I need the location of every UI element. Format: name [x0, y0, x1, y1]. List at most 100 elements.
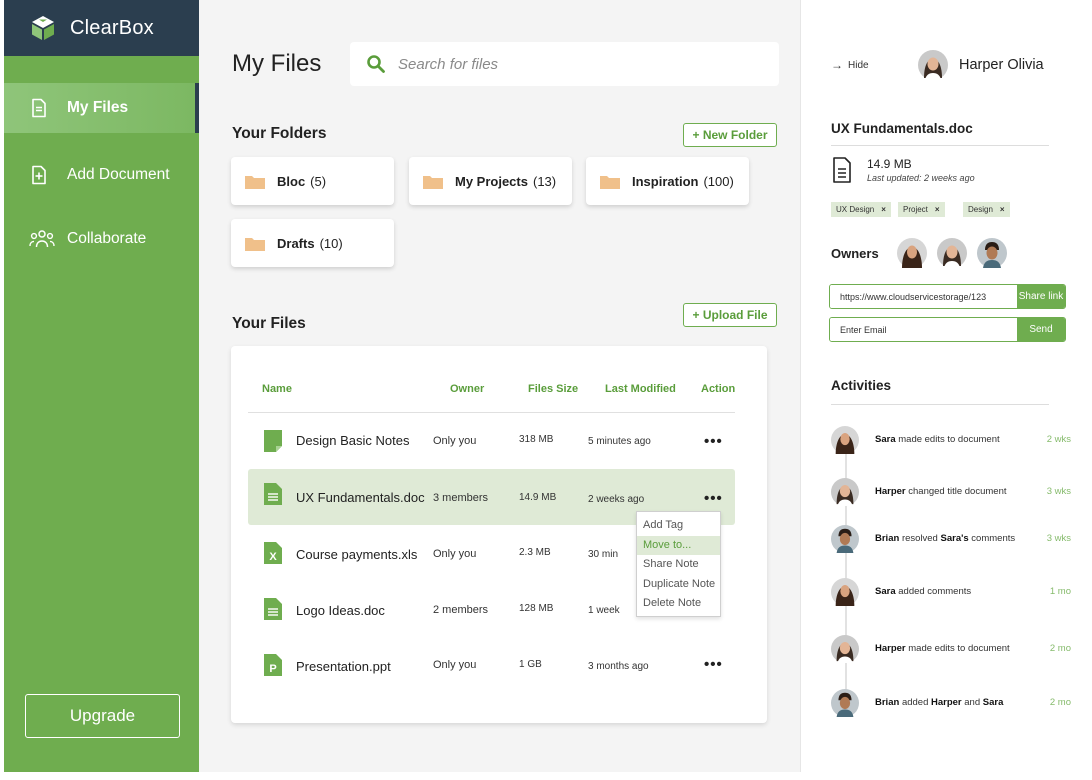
folder-count: (13) — [532, 173, 557, 189]
email-input[interactable] — [830, 318, 1017, 341]
folder-count: (100) — [703, 173, 734, 189]
folder-name: Inspiration — [632, 173, 699, 189]
menu-item-move-to[interactable]: Move to... — [637, 535, 720, 555]
search-bar[interactable] — [350, 42, 779, 86]
activity-text: Sara made edits to document — [875, 434, 1000, 445]
more-actions-button[interactable]: ••• — [704, 433, 723, 450]
sidebar-item-label: Add Document — [67, 166, 170, 183]
table-row[interactable]: P Presentation.ppt Only you 1 GB 3 month… — [248, 637, 735, 693]
search-icon — [367, 55, 385, 73]
context-menu: Add Tag Move to... Share Note Duplicate … — [636, 511, 721, 617]
table-row[interactable]: Design Basic Notes Only you 318 MB 5 min… — [248, 413, 735, 469]
column-header-modified[interactable]: Last Modified — [605, 383, 676, 395]
files-title: Your Files — [232, 315, 306, 332]
activity-item: Sara made edits to document 2 wks — [831, 426, 1071, 456]
more-actions-button[interactable]: ••• — [704, 656, 723, 673]
sidebar-item-label: Collaborate — [67, 230, 147, 247]
file-modified: 1 week — [588, 605, 620, 616]
note-icon — [264, 430, 282, 452]
share-link-button[interactable]: Share link — [1017, 285, 1065, 308]
tag-chip: Project × — [898, 202, 945, 217]
activity-time: 2 mo — [1049, 643, 1071, 654]
arrow-right-icon: → — [831, 58, 843, 72]
document-icon — [32, 98, 46, 118]
page-title: My Files — [232, 50, 322, 77]
main-content: My Files Your Folders + New Folder Bloc … — [199, 0, 800, 772]
sidebar-item-add-document[interactable]: Add Document — [4, 150, 199, 200]
svg-text:X: X — [269, 551, 277, 563]
file-name: Design Basic Notes — [296, 433, 410, 448]
folder-card[interactable]: My Projects (13) — [409, 157, 572, 205]
upgrade-button[interactable]: Upgrade — [25, 694, 180, 738]
share-link-field: Share link — [829, 284, 1066, 309]
app-name: ClearBox — [70, 16, 154, 39]
file-size: 128 MB — [519, 603, 554, 614]
menu-item-delete-note[interactable]: Delete Note — [637, 594, 720, 614]
menu-item-add-tag[interactable]: Add Tag — [637, 516, 720, 536]
file-owner: Only you — [433, 548, 477, 560]
file-owner: 2 members — [433, 604, 489, 616]
add-document-icon — [32, 165, 46, 185]
upload-file-button[interactable]: + Upload File — [683, 303, 777, 327]
file-modified: 2 weeks ago — [588, 494, 645, 505]
column-header-owner[interactable]: Owner — [450, 383, 484, 395]
owner-avatar[interactable] — [897, 238, 927, 268]
hide-panel-button[interactable]: → Hide — [831, 58, 869, 72]
avatar — [831, 525, 859, 553]
file-owner: 3 members — [433, 492, 489, 504]
avatar — [831, 635, 859, 663]
svg-text:P: P — [269, 663, 276, 675]
folders-title: Your Folders — [232, 125, 327, 142]
activity-text: Sara added comments — [875, 586, 972, 597]
file-owner: Only you — [433, 659, 477, 671]
more-actions-button[interactable]: ••• — [704, 490, 723, 507]
send-button[interactable]: Send — [1017, 318, 1065, 341]
activity-text: Brian resolved Sara's comments — [875, 533, 1016, 544]
file-modified: 3 months ago — [588, 661, 649, 672]
sidebar: ClearBox My Files Add Document Collabora… — [4, 0, 199, 772]
avatar — [831, 478, 859, 506]
divider — [831, 145, 1049, 146]
activity-text: Brian added Harper and Sara — [875, 697, 1004, 708]
remove-tag-icon[interactable]: × — [1000, 205, 1005, 214]
search-input[interactable] — [398, 55, 758, 73]
sidebar-item-collaborate[interactable]: Collaborate — [4, 214, 199, 264]
file-name: Logo Ideas.doc — [296, 603, 385, 618]
owner-avatar[interactable] — [977, 238, 1007, 268]
column-header-name[interactable]: Name — [262, 383, 292, 395]
activity-item: Brian added Harper and Sara 2 mo — [831, 689, 1071, 719]
clearbox-logo-icon — [32, 16, 54, 40]
folder-card[interactable]: Drafts (10) — [231, 219, 394, 267]
owner-avatar[interactable] — [937, 238, 967, 268]
document-icon — [833, 157, 851, 183]
sidebar-item-my-files[interactable]: My Files — [4, 83, 199, 133]
remove-tag-icon[interactable]: × — [935, 205, 940, 214]
folder-icon — [245, 236, 265, 251]
tag-label: UX Design — [836, 205, 875, 214]
file-size: 2.3 MB — [519, 547, 551, 558]
activity-time: 2 wks — [1046, 434, 1071, 445]
folder-icon — [600, 174, 620, 189]
tag-chip: UX Design × — [831, 202, 891, 217]
activity-item: Harper made edits to document 2 mo — [831, 635, 1071, 665]
share-url-input[interactable] — [830, 285, 1017, 308]
folder-card[interactable]: Inspiration (100) — [586, 157, 749, 205]
remove-tag-icon[interactable]: × — [881, 205, 886, 214]
menu-item-share-note[interactable]: Share Note — [637, 555, 720, 575]
file-name: UX Fundamentals.doc — [296, 490, 425, 505]
activity-time: 2 mo — [1049, 697, 1071, 708]
activities-title: Activities — [831, 378, 892, 393]
hide-label: Hide — [848, 59, 869, 71]
user-avatar[interactable] — [918, 50, 948, 80]
folder-card[interactable]: Bloc (5) — [231, 157, 394, 205]
activity-item: Harper changed title document 3 wks — [831, 478, 1071, 508]
column-header-size[interactable]: Files Size — [528, 383, 578, 395]
activity-time: 3 wks — [1046, 533, 1071, 544]
new-folder-button[interactable]: + New Folder — [683, 123, 777, 147]
doc-icon — [264, 483, 282, 505]
doc-size: 14.9 MB — [867, 157, 912, 171]
menu-item-duplicate-note[interactable]: Duplicate Note — [637, 575, 720, 595]
people-icon — [29, 230, 55, 248]
file-modified: 5 minutes ago — [588, 436, 651, 447]
file-owner: Only you — [433, 435, 477, 447]
